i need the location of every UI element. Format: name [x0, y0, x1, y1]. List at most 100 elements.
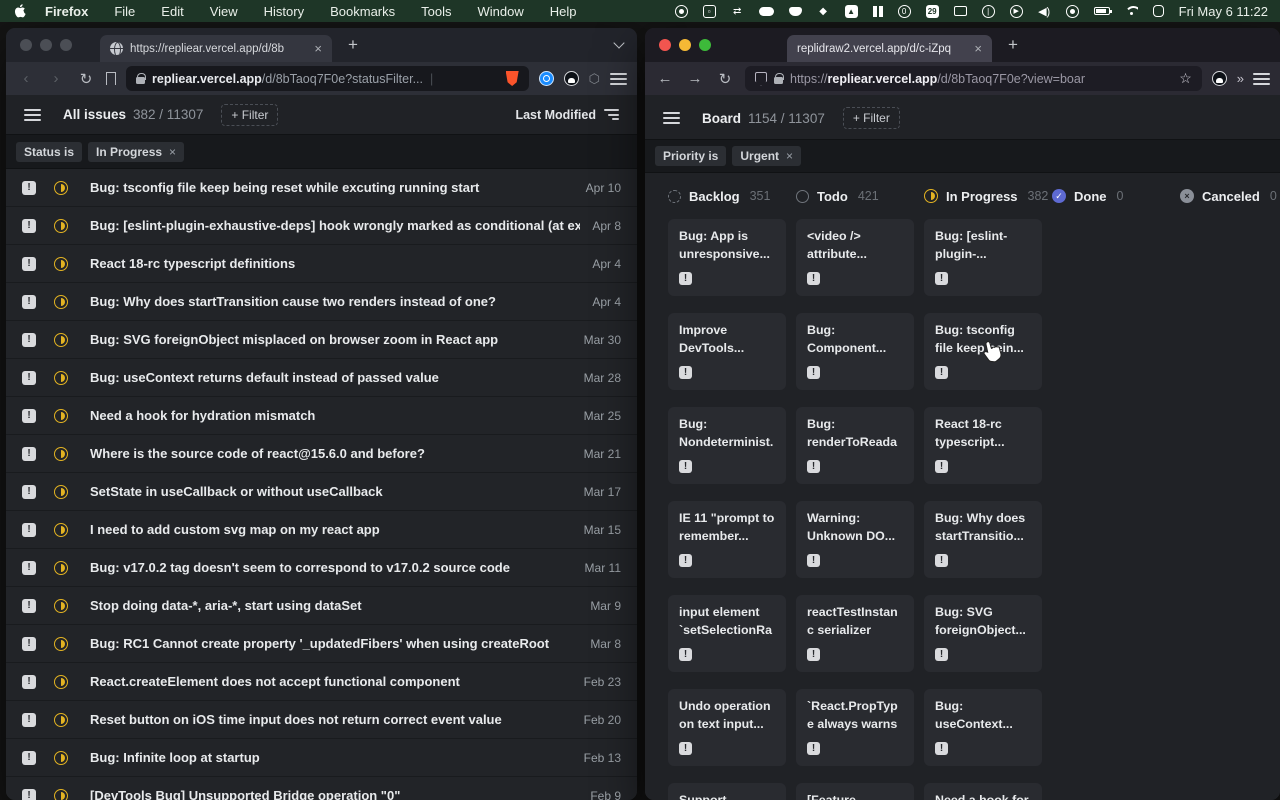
- board-card[interactable]: Bug: renderToReadab: [796, 407, 914, 484]
- close-tab-icon[interactable]: ×: [314, 41, 322, 56]
- brave-shield-icon[interactable]: [506, 71, 519, 86]
- zoom-window-button[interactable]: [699, 39, 711, 51]
- bookmark-star-icon[interactable]: ☆: [1179, 70, 1192, 87]
- sort-control[interactable]: Last Modified: [515, 108, 619, 122]
- board-card[interactable]: IE 11 "prompt to remember...: [668, 501, 786, 578]
- volume-icon[interactable]: ◀): [1038, 5, 1051, 18]
- control-center-icon[interactable]: [1153, 5, 1164, 17]
- battery-icon[interactable]: [1094, 7, 1110, 15]
- github-extension-icon[interactable]: [564, 71, 579, 86]
- record-icon[interactable]: [675, 5, 688, 18]
- menu-history[interactable]: History: [264, 4, 304, 19]
- right-browser-tab[interactable]: replidraw2.vercel.app/d/c-iZpq ×: [787, 35, 992, 62]
- issue-row[interactable]: Bug: SVG foreignObject misplaced on brow…: [6, 321, 637, 359]
- menu-view[interactable]: View: [210, 4, 238, 19]
- browser-menu-icon[interactable]: [610, 73, 627, 85]
- filter-value-chip[interactable]: Urgent ×: [732, 146, 801, 166]
- issue-row[interactable]: React 18-rc typescript definitionsApr 4: [6, 245, 637, 283]
- forward-button[interactable]: ›: [46, 70, 66, 87]
- sidebar-menu-icon[interactable]: [24, 109, 41, 121]
- board-card[interactable]: Improve DevTools...: [668, 313, 786, 390]
- issue-row[interactable]: Need a hook for hydration mismatchMar 25: [6, 397, 637, 435]
- board-card[interactable]: [Feature request] expo...: [796, 783, 914, 800]
- issue-row[interactable]: Bug: [eslint-plugin-exhaustive-deps] hoo…: [6, 207, 637, 245]
- menu-firefox[interactable]: Firefox: [45, 4, 88, 19]
- board-card[interactable]: Bug: SVG foreignObject...: [924, 595, 1042, 672]
- reload-button[interactable]: ↻: [76, 70, 96, 88]
- calendar-icon[interactable]: 29: [926, 5, 939, 18]
- board-card[interactable]: <video /> attribute...: [796, 219, 914, 296]
- issue-row[interactable]: Bug: useContext returns default instead …: [6, 359, 637, 397]
- wifi-icon[interactable]: [1125, 6, 1138, 16]
- close-tab-icon[interactable]: ×: [974, 41, 982, 56]
- camera-icon[interactable]: ▫: [703, 5, 716, 18]
- right-traffic-lights[interactable]: [659, 39, 711, 51]
- remove-filter-icon[interactable]: ×: [169, 145, 176, 159]
- board-card[interactable]: reactTestInstanc serializer: [796, 595, 914, 672]
- sidebar-menu-icon[interactable]: [663, 112, 680, 124]
- issue-row[interactable]: Bug: tsconfig file keep being reset whil…: [6, 169, 637, 207]
- board-card[interactable]: Bug: useContext...: [924, 689, 1042, 766]
- add-filter-button[interactable]: + Filter: [843, 107, 900, 129]
- menu-file[interactable]: File: [114, 4, 135, 19]
- left-browser-tab[interactable]: https://repliear.vercel.app/d/8b ×: [100, 35, 332, 62]
- close-window-button[interactable]: [20, 39, 32, 51]
- board-card[interactable]: Undo operation on text input...: [668, 689, 786, 766]
- close-window-button[interactable]: [659, 39, 671, 51]
- cloud-icon[interactable]: [759, 7, 774, 16]
- apple-logo-icon[interactable]: [14, 4, 27, 19]
- extensions-puzzle-icon[interactable]: ⬡: [589, 71, 600, 87]
- onepassword-menu-icon[interactable]: 0: [898, 5, 911, 18]
- back-button[interactable]: ←: [655, 70, 675, 87]
- issue-row[interactable]: [DevTools Bug] Unsupported Bridge operat…: [6, 777, 637, 800]
- issue-row[interactable]: Bug: Infinite loop at startupFeb 13: [6, 739, 637, 777]
- new-tab-button[interactable]: +: [1008, 35, 1018, 55]
- address-bar[interactable]: repliear.vercel.app/d/8bTaoq7F0e?statusF…: [126, 66, 529, 91]
- dropbox-icon[interactable]: ◆: [817, 5, 830, 18]
- minimize-window-button[interactable]: [679, 39, 691, 51]
- onepassword-extension-icon[interactable]: [539, 71, 554, 86]
- user-circle-icon[interactable]: [1066, 5, 1079, 18]
- forward-button[interactable]: →: [685, 70, 705, 87]
- issue-row[interactable]: Stop doing data-*, aria-*, start using d…: [6, 587, 637, 625]
- issue-row[interactable]: I need to add custom svg map on my react…: [6, 511, 637, 549]
- minimize-window-button[interactable]: [40, 39, 52, 51]
- issue-row[interactable]: Bug: RC1 Cannot create property '_update…: [6, 625, 637, 663]
- menu-tools[interactable]: Tools: [421, 4, 451, 19]
- warning-app-icon[interactable]: ▲: [845, 5, 858, 18]
- issue-row[interactable]: Reset button on iOS time input does not …: [6, 701, 637, 739]
- play-circle-icon[interactable]: ▶: [1010, 5, 1023, 18]
- board-card[interactable]: Bug: tsconfig file keep bein...: [924, 313, 1042, 390]
- board-card[interactable]: Need a hook for hydration...: [924, 783, 1042, 800]
- power-icon[interactable]: |: [982, 5, 995, 18]
- sync-icon[interactable]: ⇄: [731, 5, 744, 18]
- address-bar[interactable]: https://repliear.vercel.app/d/8bTaoq7F0e…: [745, 66, 1202, 91]
- board-card[interactable]: Support asynchronous...: [668, 783, 786, 800]
- issue-row[interactable]: Bug: v17.0.2 tag doesn't seem to corresp…: [6, 549, 637, 587]
- reload-button[interactable]: ↻: [715, 70, 735, 88]
- menu-edit[interactable]: Edit: [161, 4, 183, 19]
- zoom-window-button[interactable]: [60, 39, 72, 51]
- board-card[interactable]: Bug: [eslint-plugin-...: [924, 219, 1042, 296]
- add-filter-button[interactable]: + Filter: [221, 104, 278, 126]
- tracking-shield-icon[interactable]: [755, 72, 767, 86]
- board-card[interactable]: Bug: App is unresponsive...: [668, 219, 786, 296]
- overflow-menu-icon[interactable]: »: [1237, 71, 1243, 86]
- tab-list-chevron-icon[interactable]: [613, 37, 624, 48]
- github-extension-icon[interactable]: [1212, 71, 1227, 86]
- left-traffic-lights[interactable]: [20, 39, 72, 51]
- menu-help[interactable]: Help: [550, 4, 577, 19]
- menu-window[interactable]: Window: [478, 4, 524, 19]
- issue-row[interactable]: Where is the source code of react@15.6.0…: [6, 435, 637, 473]
- board-card[interactable]: Bug: Component...: [796, 313, 914, 390]
- browser-menu-icon[interactable]: [1253, 73, 1270, 85]
- bookmark-icon[interactable]: [106, 72, 116, 85]
- issue-row[interactable]: React.createElement does not accept func…: [6, 663, 637, 701]
- filter-value-chip[interactable]: In Progress ×: [88, 142, 184, 162]
- issue-row[interactable]: Bug: Why does startTransition cause two …: [6, 283, 637, 321]
- new-tab-button[interactable]: +: [348, 35, 358, 55]
- back-button[interactable]: ‹: [16, 70, 36, 87]
- board-card[interactable]: input element `setSelectionRa: [668, 595, 786, 672]
- menu-clock[interactable]: Fri May 6 11:22: [1179, 4, 1268, 19]
- remove-filter-icon[interactable]: ×: [786, 149, 793, 163]
